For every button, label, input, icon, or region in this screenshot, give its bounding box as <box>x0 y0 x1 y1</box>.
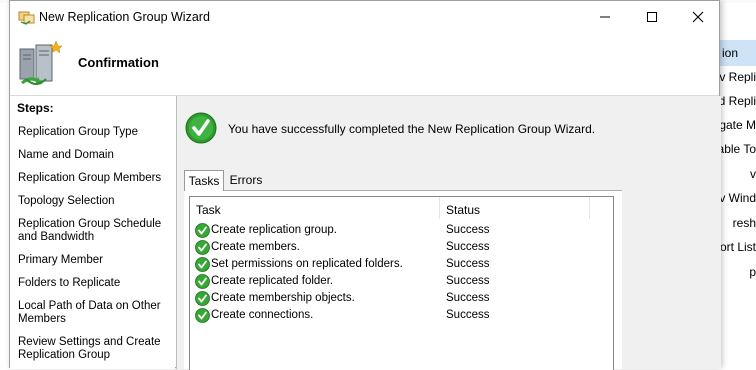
status-cell: Success <box>446 224 490 236</box>
actions-item-label: v Wind <box>719 191 756 205</box>
table-row[interactable]: Create replication group. Success <box>190 222 613 239</box>
task-cell: Create replicated folder. <box>211 275 334 287</box>
success-check-icon <box>195 240 210 255</box>
actions-item-label: d Repli <box>718 94 756 108</box>
servers-replication-icon <box>19 40 62 85</box>
maximize-button[interactable] <box>629 1 675 33</box>
close-button[interactable] <box>675 1 721 33</box>
confirmation-content: You have successfully completed the New … <box>177 96 721 370</box>
step-review-settings: Review Settings and Create Replication G… <box>18 336 161 361</box>
table-row[interactable]: Create membership objects. Success <box>190 290 613 307</box>
minimize-icon <box>600 16 610 18</box>
column-header-status[interactable]: Status <box>440 197 590 219</box>
tasks-list[interactable]: Task Status Create replication group. Su… <box>189 196 614 370</box>
wizard-header: Confirmation <box>10 33 719 95</box>
status-cell: Success <box>446 309 490 321</box>
replication-wizard-icon <box>18 11 35 25</box>
task-cell: Create connections. <box>211 309 314 321</box>
task-cell: Set permissions on replicated folders. <box>211 258 403 270</box>
task-cell: Create members. <box>211 241 300 253</box>
actions-item-label: ort List <box>719 240 756 254</box>
steps-pane: Steps: Replication Group Type Name and D… <box>10 96 175 369</box>
success-message: You have successfully completed the New … <box>228 122 596 136</box>
page-title: Confirmation <box>78 55 159 70</box>
status-cell: Success <box>446 258 490 270</box>
success-check-icon <box>195 274 210 289</box>
task-cell: Create replication group. <box>211 224 337 236</box>
step-primary-member: Primary Member <box>18 254 103 266</box>
status-cell: Success <box>446 241 490 253</box>
table-row[interactable]: Create members. Success <box>190 239 613 256</box>
wizard-window: New Replication Group Wizard Confirmatio… <box>9 0 721 370</box>
tab-tasks[interactable]: Tasks <box>184 170 224 191</box>
column-header-task[interactable]: Task <box>190 197 440 219</box>
tasks-tab-panel: Task Status Create replication group. Su… <box>184 190 622 370</box>
actions-item-label: resh <box>732 216 756 230</box>
success-check-icon <box>185 112 217 144</box>
window-title: New Replication Group Wizard <box>39 10 210 24</box>
status-cell: Success <box>446 275 490 287</box>
step-schedule-and-bandwidth: Replication Group Schedule and Bandwidth <box>18 218 162 243</box>
step-name-and-domain: Name and Domain <box>18 149 114 161</box>
step-folders-to-replicate: Folders to Replicate <box>18 277 121 289</box>
table-row[interactable]: Create connections. Success <box>190 307 613 324</box>
close-icon <box>692 11 704 23</box>
step-local-path-other-members: Local Path of Data on Other Members <box>18 300 161 325</box>
step-replication-group-members: Replication Group Members <box>18 172 162 184</box>
actions-item-label: able To <box>717 142 756 156</box>
maximize-icon <box>647 12 657 22</box>
title-bar[interactable]: New Replication Group Wizard <box>10 1 719 33</box>
success-check-icon <box>195 291 210 306</box>
actions-item-label: p <box>749 265 756 279</box>
step-topology-selection: Topology Selection <box>18 195 115 207</box>
tab-errors[interactable]: Errors <box>224 170 268 190</box>
actions-item-label: v Repli <box>719 70 756 84</box>
steps-title: Steps: <box>17 101 54 115</box>
success-check-icon <box>195 257 210 272</box>
step-replication-group-type: Replication Group Type <box>18 126 138 138</box>
minimize-button[interactable] <box>582 1 628 33</box>
success-check-icon <box>195 223 210 238</box>
status-cell: Success <box>446 292 490 304</box>
actions-item-label: v <box>750 167 756 181</box>
task-cell: Create membership objects. <box>211 292 355 304</box>
table-row[interactable]: Set permissions on replicated folders. S… <box>190 256 613 273</box>
actions-pane-header-label: ion <box>722 46 739 60</box>
success-check-icon <box>195 308 210 323</box>
table-row[interactable]: Create replicated folder. Success <box>190 273 613 290</box>
